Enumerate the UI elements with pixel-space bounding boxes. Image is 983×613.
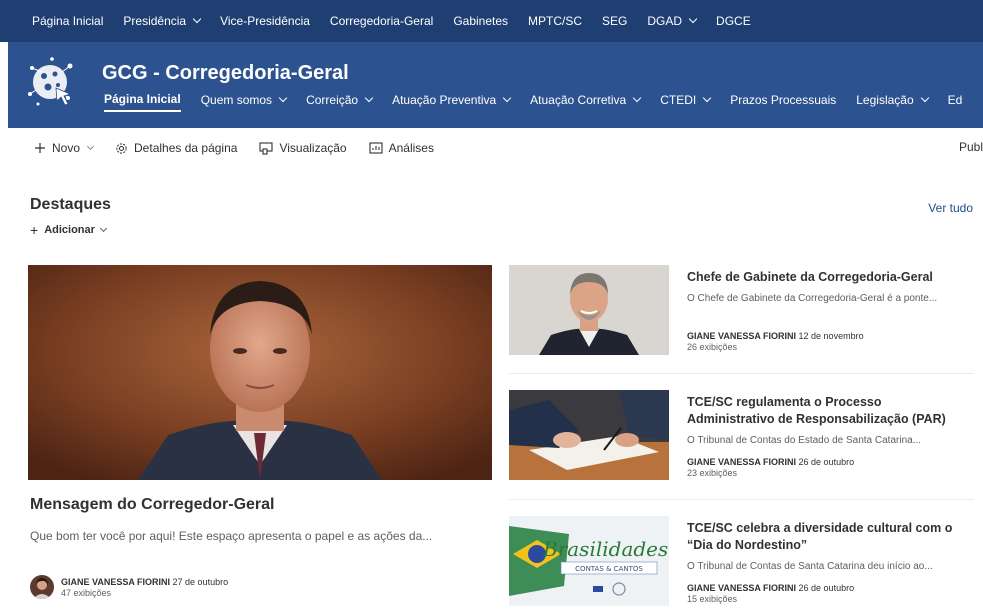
publish-button[interactable]: Publ — [959, 140, 983, 154]
chevron-down-icon — [86, 142, 95, 150]
news-meta: GIANE VANESSA FIORINI 26 de outubro 23 e… — [687, 457, 854, 478]
chevron-down-icon — [632, 93, 642, 103]
news-title[interactable]: TCE/SC regulamenta o Processo Administra… — [687, 394, 972, 428]
hub-nav-item-pagina-inicial[interactable]: Página Inicial — [32, 14, 103, 28]
news-thumbnail — [509, 390, 669, 480]
analytics-button[interactable]: Análises — [369, 141, 434, 155]
site-title[interactable]: GCG - Corregedoria-Geral — [102, 62, 349, 85]
chevron-down-icon — [192, 14, 202, 24]
chevron-down-icon — [99, 224, 107, 232]
preview-icon — [259, 141, 273, 155]
plus-icon: + — [30, 222, 39, 238]
author-name: GIANE VANESSA FIORINI — [687, 583, 797, 593]
news-meta: GIANE VANESSA FIORINI 26 de outubro 15 e… — [687, 583, 854, 604]
site-nav-item-legislacao[interactable]: Legislação — [856, 91, 929, 111]
section-title: Destaques — [30, 196, 111, 213]
divider — [509, 499, 974, 500]
site-nav-item-atuacao-preventiva[interactable]: Atuação Preventiva — [392, 91, 512, 111]
command-bar: Novo Detalhes da página Visualização Aná… — [0, 128, 983, 168]
preview-button[interactable]: Visualização — [259, 141, 347, 155]
thumbnail-brand-text: Brasilidades — [542, 537, 668, 561]
news-card[interactable]: TCE/SC regulamenta o Processo Administra… — [509, 390, 974, 482]
news-title[interactable]: TCE/SC celebra a diversidade cultural co… — [687, 520, 972, 554]
chevron-down-icon — [278, 93, 288, 103]
hub-nav-item-mptc[interactable]: MPTC/SC — [528, 14, 582, 28]
site-header: GCG - Corregedoria-Geral Página Inicial … — [8, 42, 983, 128]
author-name: GIANE VANESSA FIORINI — [687, 331, 797, 341]
main-news-meta: GIANE VANESSA FIORINI 27 de outubro 47 e… — [61, 577, 228, 598]
main-news-title[interactable]: Mensagem do Corregedor-Geral — [30, 496, 275, 514]
site-nav-item-quem-somos[interactable]: Quem somos — [201, 91, 288, 111]
news-card[interactable]: Chefe de Gabinete da Corregedoria-Geral … — [509, 265, 974, 355]
view-count: 23 exibições — [687, 468, 738, 478]
hub-nav-item-presidencia[interactable]: Presidência — [123, 14, 202, 28]
post-date: 26 de outubro — [798, 457, 855, 467]
main-news-image[interactable] — [28, 265, 492, 480]
news-description: O Chefe de Gabinete da Corregedoria-Gera… — [687, 293, 938, 304]
hub-nav-item-dgad[interactable]: DGAD — [647, 14, 698, 28]
author-name: GIANE VANESSA FIORINI — [61, 577, 171, 587]
post-date: 27 de outubro — [172, 577, 229, 587]
site-nav-item-ctedi[interactable]: CTEDI — [660, 91, 712, 111]
hub-nav-item-dgce[interactable]: DGCE — [716, 14, 751, 28]
site-nav-item-ed[interactable]: Ed — [948, 91, 963, 111]
news-description: O Tribunal de Contas do Estado de Santa … — [687, 435, 922, 446]
view-count: 26 exibições — [687, 342, 738, 352]
main-news-description: Que bom ter você por aqui! Este espaço a… — [30, 529, 433, 543]
gear-icon — [116, 142, 127, 154]
divider — [509, 373, 974, 374]
thumbnail-subtext: CONTAS & CANTOS — [575, 565, 643, 573]
analytics-icon — [369, 142, 383, 154]
site-nav-item-pagina-inicial[interactable]: Página Inicial — [104, 90, 181, 112]
see-all-link[interactable]: Ver tudo — [928, 201, 973, 215]
new-button[interactable]: Novo — [34, 141, 95, 155]
chevron-down-icon — [688, 14, 698, 24]
plus-icon — [35, 143, 45, 153]
site-nav-item-atuacao-corretiva[interactable]: Atuação Corretiva — [530, 91, 642, 111]
hub-navigation: Página Inicial Presidência Vice-Presidên… — [0, 0, 983, 42]
portrait-image — [28, 265, 492, 480]
avatar — [30, 575, 54, 599]
site-navigation: Página Inicial Quem somos Correição Atua… — [104, 90, 982, 112]
news-thumbnail: Brasilidades CONTAS & CANTOS — [509, 516, 669, 606]
chevron-down-icon — [364, 93, 374, 103]
news-card[interactable]: Brasilidades CONTAS & CANTOS TCE/SC cele… — [509, 516, 974, 608]
hub-nav-item-corregedoria-geral[interactable]: Corregedoria-Geral — [330, 14, 433, 28]
chevron-down-icon — [502, 93, 512, 103]
hub-nav-item-seg[interactable]: SEG — [602, 14, 627, 28]
site-nav-item-correicao[interactable]: Correição — [306, 91, 374, 111]
news-thumbnail — [509, 265, 669, 355]
view-count: 47 exibições — [61, 588, 112, 598]
post-date: 26 de outubro — [798, 583, 855, 593]
site-nav-item-prazos-processuais[interactable]: Prazos Processuais — [730, 91, 836, 111]
news-description: O Tribunal de Contas de Santa Catarina d… — [687, 561, 933, 572]
author-name: GIANE VANESSA FIORINI — [687, 457, 797, 467]
hub-nav-item-gabinetes[interactable]: Gabinetes — [453, 14, 508, 28]
view-count: 15 exibições — [687, 594, 738, 604]
news-meta: GIANE VANESSA FIORINI 12 de novembro 26 … — [687, 331, 864, 352]
chevron-down-icon — [920, 93, 929, 103]
site-logo-icon[interactable] — [24, 54, 80, 110]
page-details-button[interactable]: Detalhes da página — [115, 141, 237, 155]
hub-nav-item-vice-presidencia[interactable]: Vice-Presidência — [220, 14, 310, 28]
chevron-down-icon — [702, 93, 712, 103]
post-date: 12 de novembro — [798, 331, 864, 341]
add-button[interactable]: + Adicionar — [30, 222, 107, 238]
news-title[interactable]: Chefe de Gabinete da Corregedoria-Geral — [687, 269, 972, 286]
